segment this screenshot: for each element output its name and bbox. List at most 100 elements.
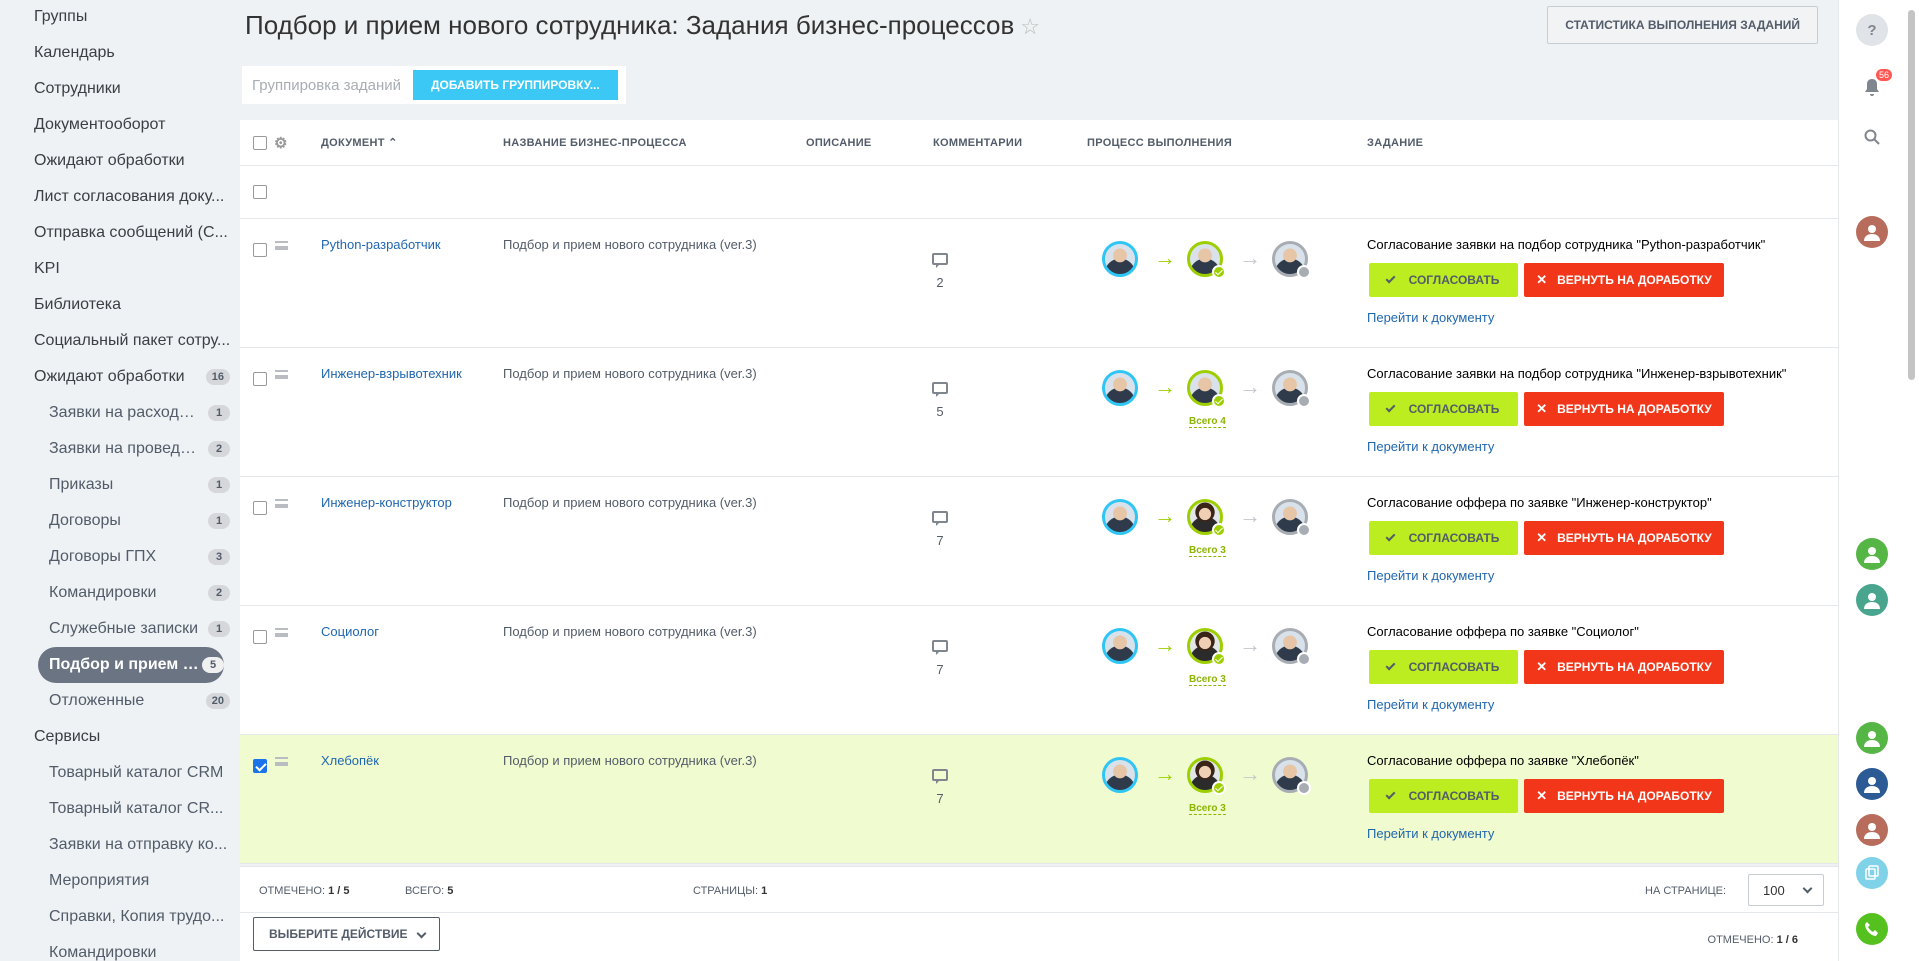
return-button[interactable]: ✕ ВЕРНУТЬ НА ДОРАБОТКУ: [1524, 392, 1724, 426]
select-all-checkbox[interactable]: [253, 135, 267, 150]
nav-waiting[interactable]: Ожидают обработки: [34, 143, 230, 179]
comments-cell[interactable]: 7: [925, 511, 955, 548]
copy-icon[interactable]: [1856, 857, 1888, 889]
grouping-placeholder[interactable]: Группировка заданий: [252, 77, 401, 94]
row-checkbox[interactable]: [253, 185, 267, 199]
help-icon[interactable]: ?: [1856, 14, 1888, 46]
sidebar-service-item[interactable]: Справки, Копия трудо...: [34, 899, 230, 935]
return-button[interactable]: ✕ ВЕРНУТЬ НА ДОРАБОТКУ: [1524, 521, 1724, 555]
nav-employees[interactable]: Сотрудники: [34, 71, 230, 107]
sidebar-sub-item[interactable]: Отложенные 20: [34, 683, 230, 719]
sidebar-sub-item[interactable]: Командировки 2: [34, 575, 230, 611]
avatar[interactable]: [1856, 768, 1888, 800]
goto-document-link[interactable]: Перейти к документу: [1367, 826, 1494, 841]
approve-button[interactable]: СОГЛАСОВАТЬ: [1369, 521, 1518, 555]
scrollbar-thumb[interactable]: [1908, 10, 1915, 380]
sidebar-sub-item[interactable]: Служебные записки 1: [34, 611, 230, 647]
search-icon[interactable]: [1856, 121, 1888, 153]
goto-document-link[interactable]: Перейти к документу: [1367, 310, 1494, 325]
nav-calendar[interactable]: Календарь: [34, 35, 230, 71]
goto-document-link[interactable]: Перейти к документу: [1367, 568, 1494, 583]
return-button[interactable]: ✕ ВЕРНУТЬ НА ДОРАБОТКУ: [1524, 779, 1724, 813]
row-checkbox[interactable]: [253, 759, 267, 773]
sidebar-sub-item[interactable]: Приказы 1: [34, 467, 230, 503]
avatar[interactable]: [1856, 584, 1888, 616]
avatar[interactable]: [1856, 538, 1888, 570]
sidebar-service-item[interactable]: Мероприятия: [34, 863, 230, 899]
sidebar-sub-item[interactable]: Заявки на проведе... 2: [34, 431, 230, 467]
row-checkbox[interactable]: [253, 243, 267, 257]
document-link[interactable]: Инженер-взрывотехник: [321, 366, 462, 381]
column-bp-name[interactable]: НАЗВАНИЕ БИЗНЕС-ПРОЦЕССА: [503, 137, 687, 149]
comments-cell[interactable]: 2: [925, 253, 955, 290]
row-checkbox[interactable]: [253, 372, 267, 386]
pages-value[interactable]: 1: [761, 885, 767, 897]
comments-cell[interactable]: 5: [925, 382, 955, 419]
avatar[interactable]: [1102, 499, 1138, 535]
comments-cell[interactable]: 7: [925, 769, 955, 806]
column-task[interactable]: ЗАДАНИЕ: [1367, 137, 1423, 149]
phone-icon[interactable]: [1856, 913, 1888, 945]
sidebar-service-item[interactable]: Товарный каталог CR...: [34, 791, 230, 827]
scrollbar[interactable]: [1904, 0, 1919, 961]
column-progress[interactable]: ПРОЦЕСС ВЫПОЛНЕНИЯ: [1087, 137, 1232, 149]
approve-button[interactable]: СОГЛАСОВАТЬ: [1369, 392, 1518, 426]
avatar[interactable]: [1102, 757, 1138, 793]
add-grouping-button[interactable]: ДОБАВИТЬ ГРУППИРОВКУ...: [413, 70, 618, 100]
avatar[interactable]: [1102, 241, 1138, 277]
document-link[interactable]: Социолог: [321, 624, 379, 639]
bell-icon[interactable]: 56: [1856, 69, 1893, 104]
avatar[interactable]: [1102, 370, 1138, 406]
participants-total[interactable]: Всего 3: [1189, 545, 1226, 557]
approve-button[interactable]: СОГЛАСОВАТЬ: [1369, 779, 1518, 813]
approve-button[interactable]: СОГЛАСОВАТЬ: [1369, 263, 1518, 297]
sidebar-sub-item[interactable]: Договоры ГПХ 3: [34, 539, 230, 575]
sidebar-service-item[interactable]: Заявки на отправку ко...: [34, 827, 230, 863]
row-checkbox[interactable]: [253, 501, 267, 515]
row-menu-icon[interactable]: [275, 241, 288, 250]
document-link[interactable]: Хлебопёк: [321, 753, 379, 768]
goto-document-link[interactable]: Перейти к документу: [1367, 697, 1494, 712]
sidebar-sub-item-active[interactable]: Подбор и прием н... 5: [38, 647, 224, 683]
task-statistics-button[interactable]: СТАТИСТИКА ВЫПОЛНЕНИЯ ЗАДАНИЙ: [1547, 6, 1818, 44]
nav-waiting-group[interactable]: Ожидают обработки 16: [34, 359, 230, 395]
nav-docflow[interactable]: Документооборот: [34, 107, 230, 143]
nav-send-messages[interactable]: Отправка сообщений (С...: [34, 215, 230, 251]
avatar[interactable]: [1102, 628, 1138, 664]
row-menu-icon[interactable]: [275, 628, 288, 637]
star-icon[interactable]: ☆: [1020, 14, 1040, 39]
nav-social-package[interactable]: Социальный пакет сотру...: [34, 323, 230, 359]
sidebar-service-item[interactable]: Товарный каталог CRM: [34, 755, 230, 791]
return-button[interactable]: ✕ ВЕРНУТЬ НА ДОРАБОТКУ: [1524, 263, 1724, 297]
document-link[interactable]: Python-разработчик: [321, 237, 441, 252]
participants-total[interactable]: Всего 3: [1189, 803, 1226, 815]
per-page-select[interactable]: 100: [1748, 874, 1824, 906]
nav-services[interactable]: Сервисы: [34, 719, 230, 755]
document-link[interactable]: Инженер-конструктор: [321, 495, 452, 510]
row-menu-icon[interactable]: [275, 757, 288, 766]
column-description[interactable]: ОПИСАНИЕ: [806, 137, 872, 149]
column-comments[interactable]: КОММЕНТАРИИ: [933, 137, 1022, 149]
row-menu-icon[interactable]: [275, 370, 288, 379]
sidebar-service-item[interactable]: Командировки: [34, 935, 230, 961]
participants-total[interactable]: Всего 4: [1189, 416, 1226, 428]
return-button[interactable]: ✕ ВЕРНУТЬ НА ДОРАБОТКУ: [1524, 650, 1724, 684]
gear-icon[interactable]: ⚙: [274, 134, 288, 152]
nav-library[interactable]: Библиотека: [34, 287, 230, 323]
nav-groups[interactable]: Группы: [34, 0, 230, 35]
sidebar-sub-item[interactable]: Заявки на расходо... 1: [34, 395, 230, 431]
column-document[interactable]: ДОКУМЕНТ ⌃: [321, 136, 398, 149]
approve-button[interactable]: СОГЛАСОВАТЬ: [1369, 650, 1518, 684]
avatar[interactable]: [1856, 814, 1888, 846]
sidebar-sub-item[interactable]: Договоры 1: [34, 503, 230, 539]
comments-cell[interactable]: 7: [925, 640, 955, 677]
action-select[interactable]: ВЫБЕРИТЕ ДЕЙСТВИЕ: [253, 917, 440, 951]
row-menu-icon[interactable]: [275, 499, 288, 508]
participants-total[interactable]: Всего 3: [1189, 674, 1226, 686]
goto-document-link[interactable]: Перейти к документу: [1367, 439, 1494, 454]
avatar[interactable]: [1856, 216, 1888, 248]
nav-kpi[interactable]: KPI: [34, 251, 230, 287]
avatar[interactable]: [1856, 722, 1888, 754]
row-checkbox[interactable]: [253, 630, 267, 644]
nav-approval-sheet[interactable]: Лист согласования доку...: [34, 179, 230, 215]
